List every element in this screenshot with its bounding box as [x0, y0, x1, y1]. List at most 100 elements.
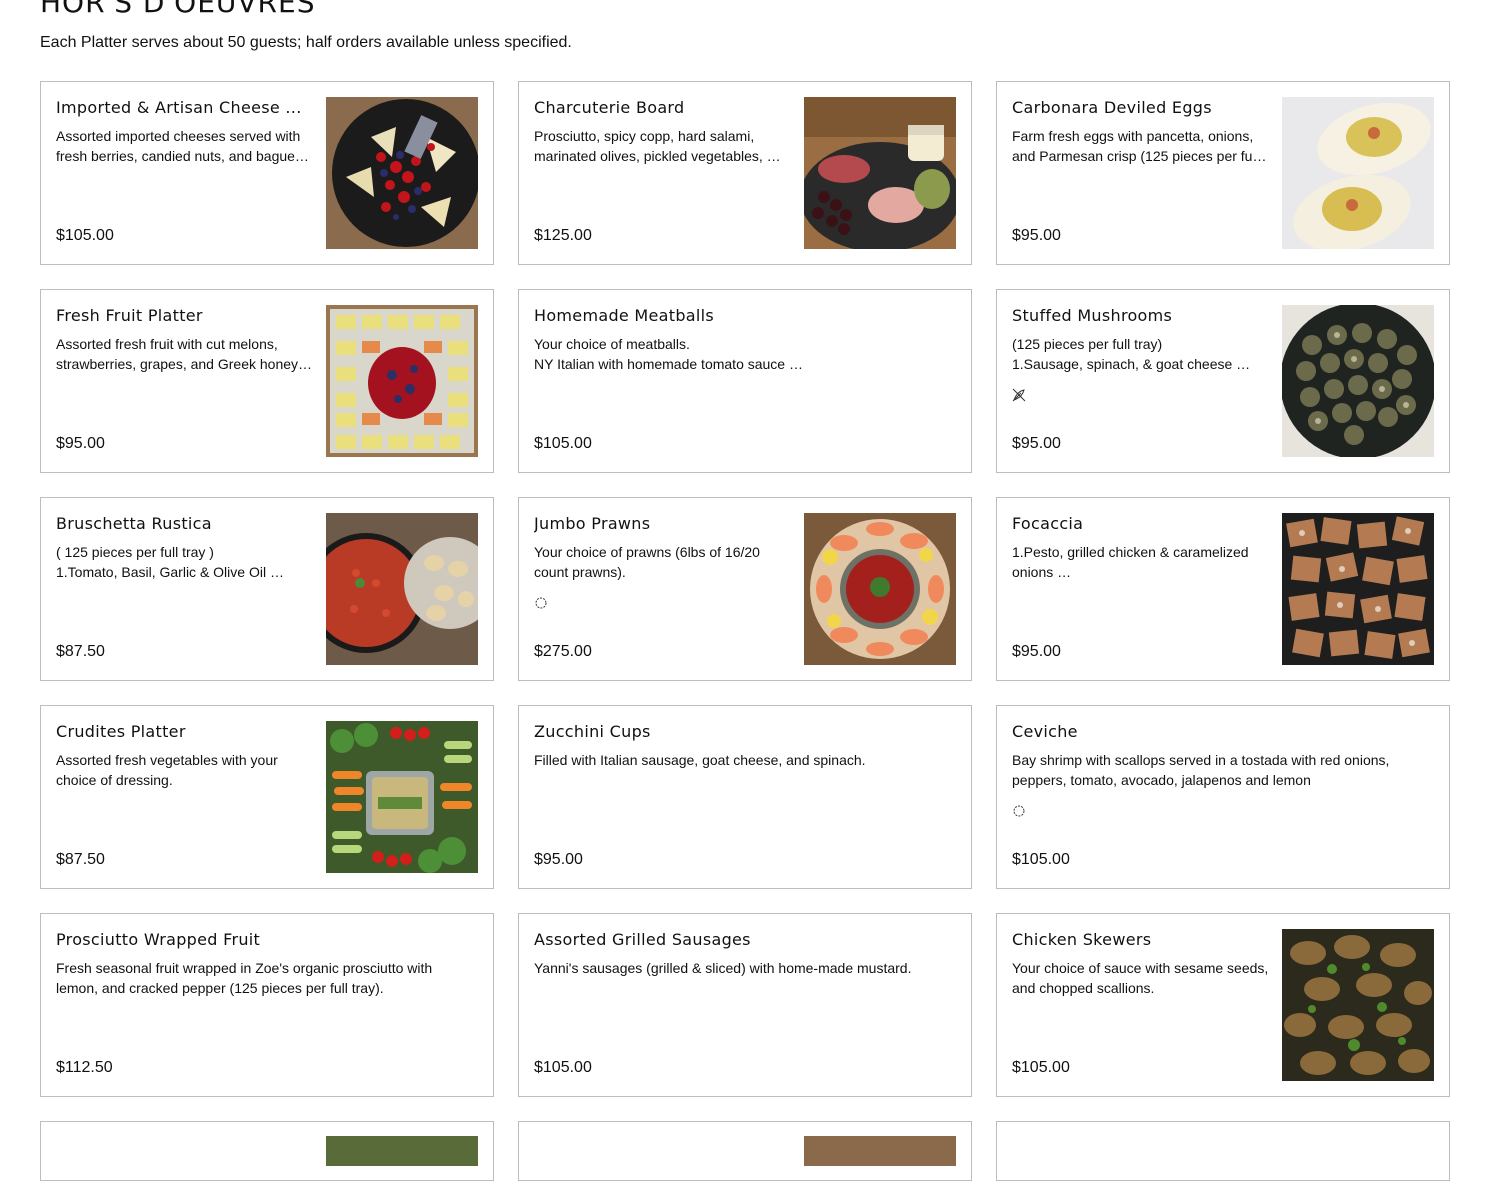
- menu-item-card[interactable]: Zucchini Cups Filled with Italian sausag…: [518, 705, 972, 889]
- item-price: $95.00: [534, 851, 583, 868]
- menu-item-card[interactable]: Focaccia 1.Pesto, grilled chicken & cara…: [996, 497, 1450, 681]
- item-name: Focaccia: [1012, 514, 1084, 533]
- item-description-line: Filled with Italian sausage, goat cheese…: [534, 752, 866, 768]
- item-description: Your choice of prawns (6lbs of 16/20 cou…: [534, 542, 792, 582]
- item-description-line: fresh berries, candied nuts, and bague…: [56, 148, 309, 164]
- item-description: Bay shrimp with scallops served in a tos…: [1012, 750, 1432, 790]
- item-price: $95.00: [1012, 227, 1061, 244]
- item-price: $95.00: [56, 435, 105, 452]
- item-name: Crudites Platter: [56, 722, 186, 741]
- item-price: $105.00: [56, 227, 114, 244]
- section-subtitle: Each Platter serves about 50 guests; hal…: [40, 34, 572, 51]
- item-name: Homemade Meatballs: [534, 306, 715, 325]
- item-description-line: choice of dressing.: [56, 772, 173, 788]
- item-description: Fresh seasonal fruit wrapped in Zoe's or…: [56, 958, 476, 998]
- menu-item-card[interactable]: Carbonara Deviled Eggs Farm fresh eggs w…: [996, 81, 1450, 265]
- jumbo-prawns-image: [804, 513, 956, 665]
- menu-item-card[interactable]: Crudites Platter Assorted fresh vegetabl…: [40, 705, 494, 889]
- item-price: $275.00: [534, 643, 592, 660]
- item-price: $125.00: [534, 227, 592, 244]
- item-name: Chicken Skewers: [1012, 930, 1152, 949]
- item-description-line: ( 125 pieces per full tray ): [56, 544, 214, 560]
- item-description: Assorted imported cheeses served with fr…: [56, 126, 314, 166]
- item-description: ( 125 pieces per full tray ) 1.Tomato, B…: [56, 542, 314, 582]
- item-description-line: Assorted fresh fruit with cut melons,: [56, 336, 278, 352]
- focaccia-image: [1282, 513, 1434, 665]
- chicken-skewers-image: [1282, 929, 1434, 1081]
- item-description: Your choice of sauce with sesame seeds, …: [1012, 958, 1270, 998]
- item-description-line: Your choice of sauce with sesame seeds,: [1012, 960, 1269, 976]
- item-name: Charcuterie Board: [534, 98, 685, 117]
- menu-item-card[interactable]: Homemade Meatballs Your choice of meatba…: [518, 289, 972, 473]
- item-description-line: Assorted fresh vegetables with your: [56, 752, 278, 768]
- item-price: $105.00: [534, 1059, 592, 1076]
- gluten-free-icon: [1012, 804, 1026, 821]
- deviled-eggs-image: [1282, 97, 1434, 249]
- item-description: Assorted fresh vegetables with your choi…: [56, 750, 314, 790]
- menu-item-card[interactable]: Chicken Skewers Your choice of sauce wit…: [996, 913, 1450, 1097]
- menu-item-card[interactable]: Assorted Grilled Sausages Yanni's sausag…: [518, 913, 972, 1097]
- menu-item-card[interactable]: [996, 1121, 1450, 1181]
- item-price: $95.00: [1012, 435, 1061, 452]
- item-description-line: peppers, tomato, avocado, jalapenos and …: [1012, 772, 1311, 788]
- item-name: Ceviche: [1012, 722, 1078, 741]
- menu-item-card[interactable]: Jumbo Prawns Your choice of prawns (6lbs…: [518, 497, 972, 681]
- item-description: Assorted fresh fruit with cut melons, st…: [56, 334, 314, 374]
- item-description-line: 1.Pesto, grilled chicken & caramelized: [1012, 544, 1249, 560]
- item-description: Prosciutto, spicy copp, hard salami, mar…: [534, 126, 792, 166]
- item-price: $105.00: [534, 435, 592, 452]
- stuffed-mushrooms-image: [1282, 305, 1434, 457]
- item-description-line: onions …: [1012, 564, 1072, 580]
- item-name: Imported & Artisan Cheese ...: [56, 98, 302, 117]
- item-description-line: count prawns).: [534, 564, 626, 580]
- food-image: [326, 1136, 478, 1166]
- item-description-line: NY Italian with homemade tomato sauce …: [534, 356, 803, 372]
- gluten-free-icon: [534, 596, 548, 613]
- item-name: Zucchini Cups: [534, 722, 651, 741]
- menu-item-card[interactable]: Imported & Artisan Cheese ... Assorted i…: [40, 81, 494, 265]
- item-name: Bruschetta Rustica: [56, 514, 212, 533]
- menu-item-card[interactable]: Ceviche Bay shrimp with scallops served …: [996, 705, 1450, 889]
- item-description-line: lemon, and cracked pepper (125 pieces pe…: [56, 980, 384, 996]
- food-image: [804, 1136, 956, 1166]
- item-description: (125 pieces per full tray) 1.Sausage, sp…: [1012, 334, 1270, 374]
- item-price: $105.00: [1012, 1059, 1070, 1076]
- menu-item-card[interactable]: Prosciutto Wrapped Fruit Fresh seasonal …: [40, 913, 494, 1097]
- item-description-line: marinated olives, pickled vegetables, …: [534, 148, 781, 164]
- item-description-line: (125 pieces per full tray): [1012, 336, 1163, 352]
- item-description-line: Farm fresh eggs with pancetta, onions,: [1012, 128, 1254, 144]
- menu-item-card[interactable]: Charcuterie Board Prosciutto, spicy copp…: [518, 81, 972, 265]
- crudites-platter-image: [326, 721, 478, 873]
- item-price: $87.50: [56, 851, 105, 868]
- item-description: Yanni's sausages (grilled & sliced) with…: [534, 958, 954, 978]
- item-price: $95.00: [1012, 643, 1061, 660]
- cheese-platter-image: [326, 97, 478, 249]
- item-description-line: strawberries, grapes, and Greek honey…: [56, 356, 313, 372]
- item-description: Your choice of meatballs. NY Italian wit…: [534, 334, 954, 374]
- menu-grid: Imported & Artisan Cheese ... Assorted i…: [40, 81, 1450, 1181]
- item-description-line: and Parmesan crisp (125 pieces per fu…: [1012, 148, 1267, 164]
- item-name: Assorted Grilled Sausages: [534, 930, 751, 949]
- item-description-line: Yanni's sausages (grilled & sliced) with…: [534, 960, 912, 976]
- menu-item-card[interactable]: Fresh Fruit Platter Assorted fresh fruit…: [40, 289, 494, 473]
- item-price: $105.00: [1012, 851, 1070, 868]
- item-name: Fresh Fruit Platter: [56, 306, 203, 325]
- menu-item-card[interactable]: [518, 1121, 972, 1181]
- bruschetta-image: [326, 513, 478, 665]
- item-description-line: 1.Sausage, spinach, & goat cheese …: [1012, 356, 1251, 372]
- fruit-platter-image: [326, 305, 478, 457]
- item-description-line: Your choice of meatballs.: [534, 336, 690, 352]
- menu-item-card[interactable]: Bruschetta Rustica ( 125 pieces per full…: [40, 497, 494, 681]
- item-description-line: Assorted imported cheeses served with: [56, 128, 301, 144]
- item-description-line: Prosciutto, spicy copp, hard salami,: [534, 128, 755, 144]
- item-description: 1.Pesto, grilled chicken & caramelized o…: [1012, 542, 1270, 582]
- menu-item-card[interactable]: [40, 1121, 494, 1181]
- charcuterie-board-image: [804, 97, 956, 249]
- item-name: Carbonara Deviled Eggs: [1012, 98, 1212, 117]
- item-description: Farm fresh eggs with pancetta, onions, a…: [1012, 126, 1270, 166]
- item-description-line: 1.Tomato, Basil, Garlic & Olive Oil …: [56, 564, 284, 580]
- menu-item-card[interactable]: Stuffed Mushrooms (125 pieces per full t…: [996, 289, 1450, 473]
- item-name: Stuffed Mushrooms: [1012, 306, 1173, 325]
- section-title: HOR'S D'OEUVRES: [40, 0, 316, 19]
- item-price: $87.50: [56, 643, 105, 660]
